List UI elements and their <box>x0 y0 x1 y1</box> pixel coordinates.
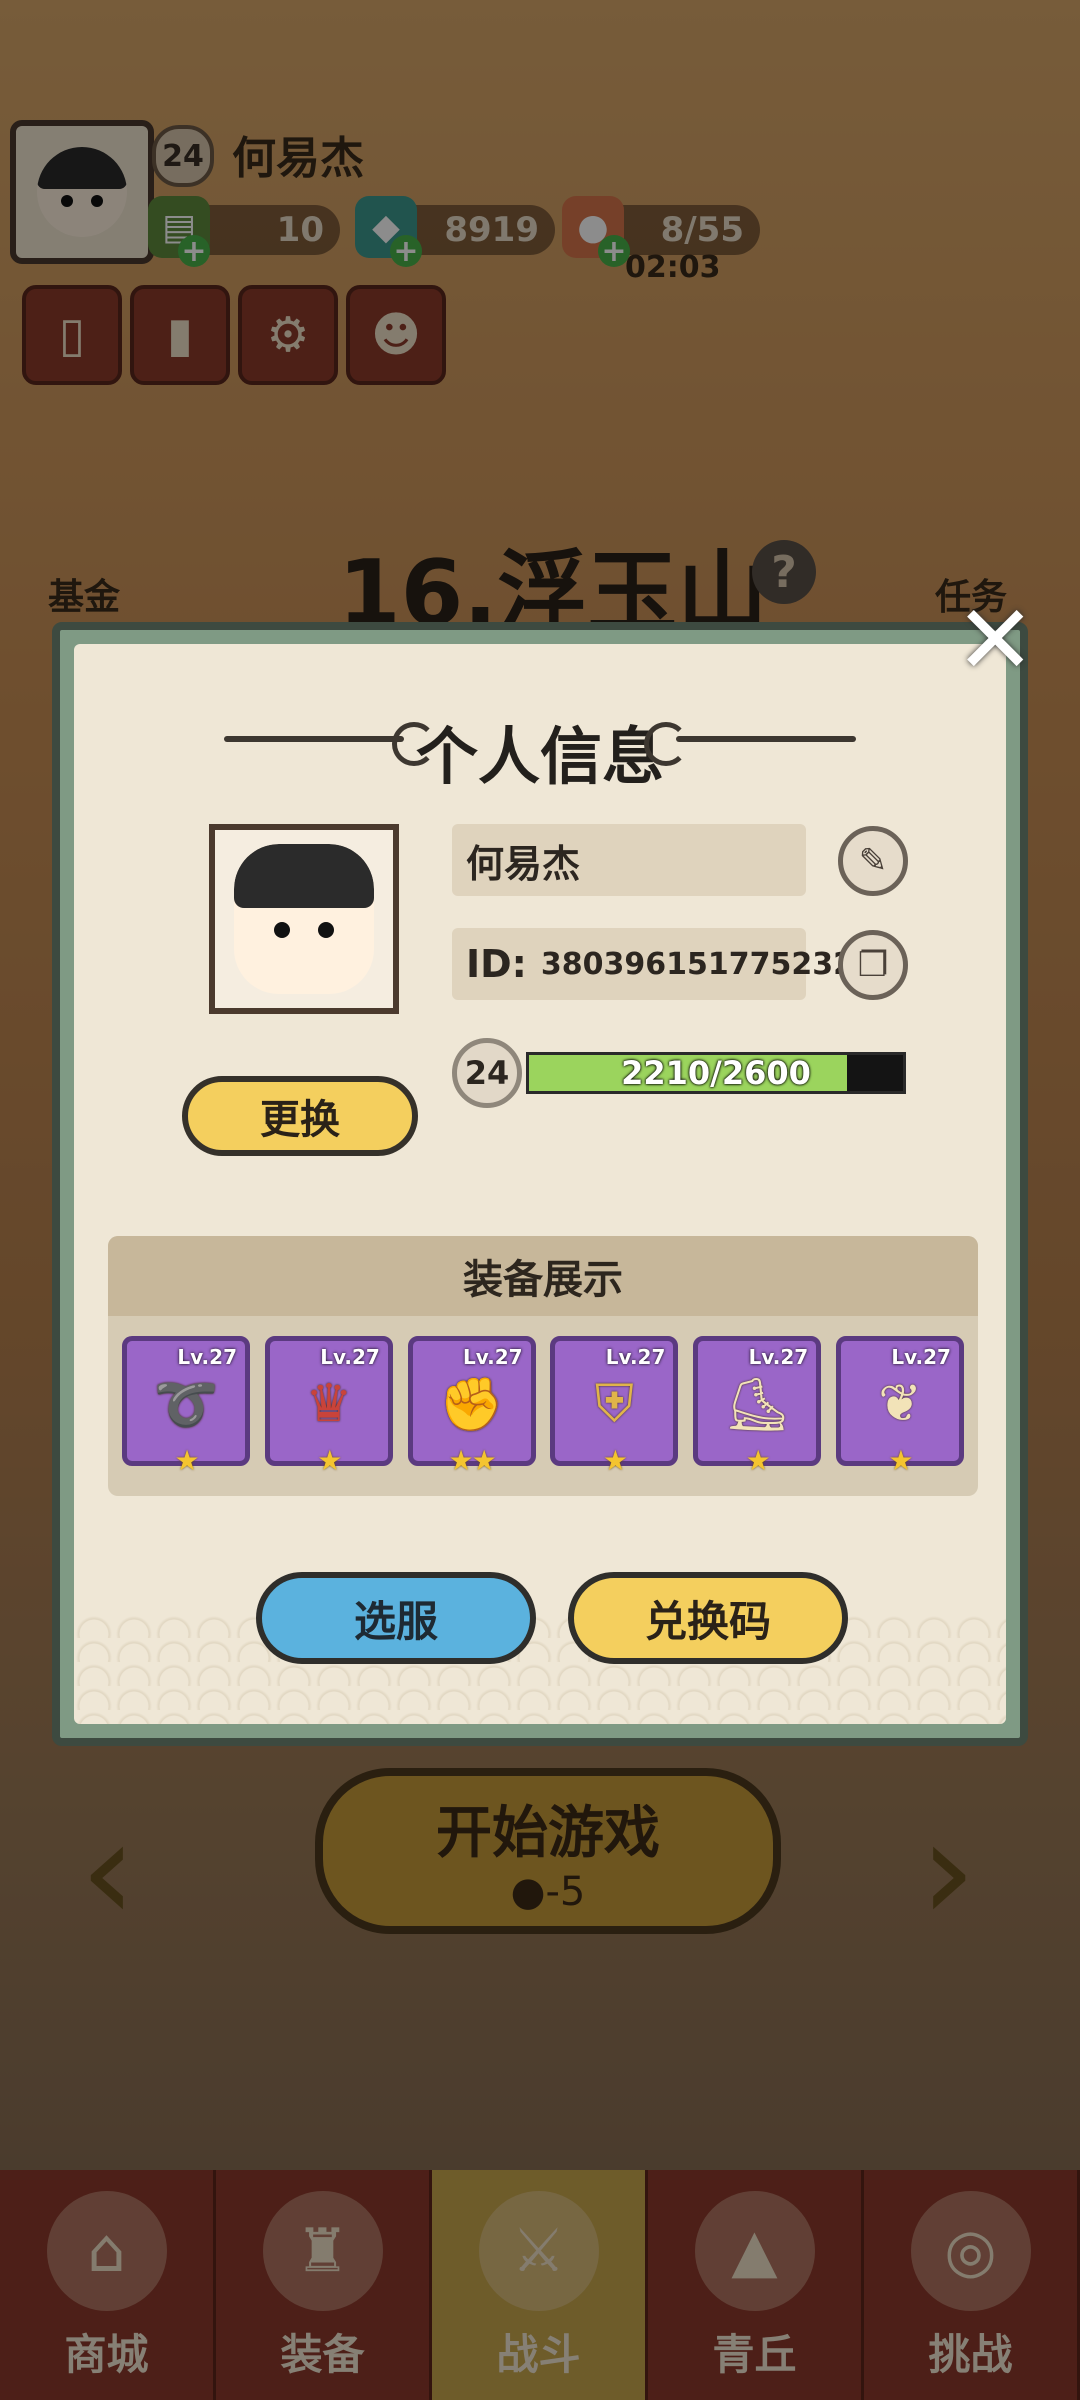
equipment-level: Lv.27 <box>748 1345 809 1369</box>
profile-modal: 个人信息 更换 何易杰 ✎ ID: 380396151775232 ❐ 24 2… <box>52 622 1028 1746</box>
portrait-face <box>234 844 374 994</box>
equipment-grid: Lv.27 ➰ ★ Lv.27 ♛ ★ Lv.27 ✊ ★★ Lv.27 ⛨ ★… <box>122 1336 964 1477</box>
equipment-stars: ★ <box>888 1444 913 1477</box>
select-server-button[interactable]: 选服 <box>256 1572 536 1664</box>
profile-portrait <box>209 824 399 1014</box>
equipment-level: Lv.27 <box>605 1345 666 1369</box>
equipment-slot[interactable]: Lv.27 ⛨ ★ <box>550 1336 679 1477</box>
equipment-title: 装备展示 <box>108 1236 978 1316</box>
player-name-value: 何易杰 <box>466 841 581 886</box>
whip-icon: ➰ <box>153 1374 219 1435</box>
equipment-stars: ★ <box>317 1444 342 1477</box>
equipment-showcase: 装备展示 Lv.27 ➰ ★ Lv.27 ♛ ★ Lv.27 ✊ ★★ Lv.2… <box>108 1236 978 1496</box>
equipment-level: Lv.27 <box>177 1345 237 1369</box>
brush-icon: ✎ <box>858 841 888 881</box>
xp-progress-text: 2210/2600 <box>621 1054 811 1092</box>
equipment-slot[interactable]: Lv.27 ♛ ★ <box>264 1336 393 1477</box>
equipment-stars: ★ <box>745 1444 771 1477</box>
profile-modal-body: 个人信息 更换 何易杰 ✎ ID: 380396151775232 ❐ 24 2… <box>74 644 1006 1724</box>
wave-pattern <box>74 1614 1006 1724</box>
equipment-stars: ★★ <box>448 1444 496 1477</box>
player-id-field: ID: 380396151775232 <box>452 928 854 1000</box>
modal-title: 个人信息 <box>415 720 664 793</box>
xp-progress-bar: 2210/2600 <box>526 1052 906 1094</box>
equipment-level: Lv.27 <box>463 1345 523 1369</box>
equipment-slot[interactable]: Lv.27 ⛸ ★ <box>693 1336 822 1477</box>
equipment-level: Lv.27 <box>891 1345 951 1369</box>
equipment-level: Lv.27 <box>320 1345 380 1369</box>
equipment-stars: ★ <box>602 1444 628 1477</box>
copy-id-button[interactable]: ❐ <box>838 930 908 1000</box>
player-id-value: 380396151775232 <box>540 946 855 982</box>
player-id-label: ID: <box>466 942 527 986</box>
equipment-slot[interactable]: Lv.27 ❦ ★ <box>835 1336 964 1477</box>
redeem-code-button[interactable]: 兑换码 <box>568 1572 848 1664</box>
armor-icon: ⛨ <box>594 1373 634 1434</box>
change-avatar-button[interactable]: 更换 <box>182 1076 418 1156</box>
title-ornament-right <box>676 736 856 742</box>
player-level: 24 <box>452 1038 522 1108</box>
copy-icon: ❐ <box>857 945 889 985</box>
rename-button[interactable]: ✎ <box>838 826 908 896</box>
equipment-slot[interactable]: Lv.27 ➰ ★ <box>122 1336 250 1477</box>
gauntlet-icon: ✊ <box>439 1374 504 1435</box>
title-swirl-right-icon <box>644 722 688 766</box>
ring-icon: ❦ <box>878 1374 922 1434</box>
equipment-slot[interactable]: Lv.27 ✊ ★★ <box>407 1336 536 1477</box>
equipment-stars: ★ <box>174 1444 199 1477</box>
player-name-field: 何易杰 <box>452 824 806 896</box>
close-icon[interactable]: ✕ <box>955 592 1035 688</box>
helmet-icon: ♛ <box>305 1374 353 1434</box>
boots-icon: ⛸ <box>724 1374 791 1435</box>
